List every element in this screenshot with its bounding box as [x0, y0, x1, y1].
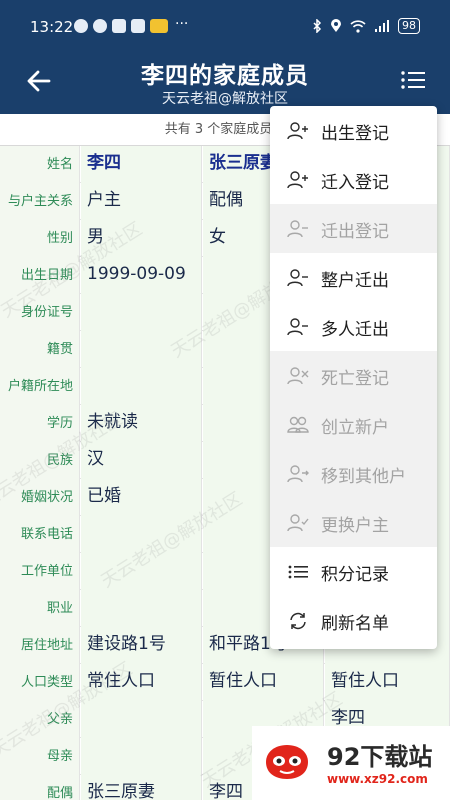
mascot-mask-icon — [266, 745, 308, 779]
more-notifications-icon: ··· — [175, 16, 189, 32]
row-label: 人口类型 — [0, 664, 80, 701]
table-cell: 常住人口 — [81, 664, 202, 701]
menu-item-household-move-out[interactable]: 整户迁出 — [270, 253, 437, 302]
menu-item-move-to-other-household: 移到其他户 — [270, 449, 437, 498]
table-cell: 张三原妻 — [81, 775, 202, 800]
refresh-icon — [290, 612, 306, 630]
person-move-icon — [287, 465, 309, 483]
row-label: 与户主关系 — [0, 183, 80, 220]
menu-item-label: 死亡登记 — [321, 369, 389, 389]
row-label: 户籍所在地 — [0, 368, 80, 405]
status-bar: 13:22 ··· 98 — [0, 0, 450, 56]
table-cell: 暂住人口 — [325, 664, 450, 701]
chat-bubble-icon — [93, 19, 107, 33]
menu-item-label: 多人迁出 — [321, 320, 389, 340]
location-icon — [331, 19, 341, 32]
bluetooth-icon — [313, 19, 322, 33]
site-logo: 92下载站 www.xz92.com — [252, 726, 450, 800]
table-cell: 户主 — [81, 183, 202, 220]
row-label: 联系电话 — [0, 516, 80, 553]
row-label: 婚姻状况 — [0, 479, 80, 516]
row-label: 工作单位 — [0, 553, 80, 590]
row-label: 民族 — [0, 442, 80, 479]
battery-indicator: 98 — [398, 18, 420, 34]
row-label: 出生日期 — [0, 257, 80, 294]
table-cell: 未就读 — [81, 405, 202, 442]
system-icons: 98 — [312, 18, 420, 34]
table-cell: 1999-09-09 — [81, 257, 202, 294]
table-cell: 男 — [81, 220, 202, 257]
menu-item-label: 整户迁出 — [321, 271, 389, 291]
menu-item-birth-registration[interactable]: 出生登记 — [270, 106, 437, 155]
person-add-icon — [287, 171, 308, 189]
table-cell — [81, 738, 202, 775]
action-menu: 出生登记 迁入登记 迁出登记 整户迁出 多人迁出 死亡登记 创立新户 移到其他户… — [270, 106, 437, 649]
person-check-icon — [287, 514, 309, 532]
row-label: 身份证号 — [0, 294, 80, 331]
table-cell: 汉 — [81, 442, 202, 479]
table-cell — [81, 294, 202, 331]
person-remove-icon — [287, 220, 308, 238]
people-icon — [287, 416, 309, 433]
row-label: 母亲 — [0, 738, 80, 775]
menu-item-death-registration: 死亡登记 — [270, 351, 437, 400]
menu-item-label: 创立新户 — [321, 418, 389, 438]
row-label: 学历 — [0, 405, 80, 442]
person-remove-icon — [287, 269, 308, 287]
row-label: 籍贯 — [0, 331, 80, 368]
menu-item-label: 出生登记 — [321, 124, 389, 144]
person-add-icon — [287, 122, 308, 140]
menu-item-change-head: 更换户主 — [270, 498, 437, 547]
menu-item-refresh-list[interactable]: 刷新名单 — [270, 596, 437, 645]
menu-item-label: 移到其他户 — [321, 467, 406, 487]
table-cell — [81, 553, 202, 590]
menu-item-move-out-registration: 迁出登记 — [270, 204, 437, 253]
table-row: 人口类型 常住人口 暂住人口 暂住人口 — [0, 664, 450, 701]
menu-item-label: 刷新名单 — [321, 614, 389, 634]
signal-5g-icon — [375, 19, 389, 32]
page-title: 李四的家庭成员 — [141, 63, 309, 89]
row-label: 姓名 — [0, 146, 80, 183]
list-icon — [288, 565, 308, 579]
menu-item-move-in-registration[interactable]: 迁入登记 — [270, 155, 437, 204]
row-label: 配偶 — [0, 775, 80, 800]
table-cell — [81, 368, 202, 405]
member-count-text: 共有 3 个家庭成员， — [164, 122, 286, 137]
menu-item-label: 迁出登记 — [321, 222, 389, 242]
menu-item-label: 更换户主 — [321, 516, 389, 536]
table-cell — [81, 331, 202, 368]
menu-item-label: 迁入登记 — [321, 173, 389, 193]
member-name-cell[interactable]: 李四 — [81, 146, 202, 183]
table-cell: 建设路1号 — [81, 627, 202, 664]
status-time: 13:22 — [30, 18, 74, 36]
menu-item-create-household: 创立新户 — [270, 400, 437, 449]
wifi-icon — [350, 19, 366, 33]
row-label: 职业 — [0, 590, 80, 627]
row-label: 性别 — [0, 220, 80, 257]
table-cell: 已婚 — [81, 479, 202, 516]
notification-icons: ··· — [74, 16, 189, 33]
person-remove-icon — [287, 318, 308, 336]
row-label: 居住地址 — [0, 627, 80, 664]
table-cell: 暂住人口 — [203, 664, 324, 701]
menu-item-points-record[interactable]: 积分记录 — [270, 547, 437, 596]
person-x-icon — [287, 367, 309, 385]
list-menu-icon[interactable] — [400, 68, 426, 92]
menu-item-label: 积分记录 — [321, 565, 389, 585]
table-cell — [81, 701, 202, 738]
yellow-app-icon — [150, 19, 168, 33]
logo-name: 92下载站 — [327, 743, 433, 771]
page-subtitle: 天云老祖@解放社区 — [162, 91, 288, 107]
menu-item-multi-move-out[interactable]: 多人迁出 — [270, 302, 437, 351]
row-label: 父亲 — [0, 701, 80, 738]
mail-icon — [131, 19, 145, 33]
shield-app-icon — [112, 19, 126, 33]
weather-icon — [74, 19, 88, 33]
logo-url: www.xz92.com — [327, 772, 428, 786]
table-cell — [81, 516, 202, 553]
table-cell — [81, 590, 202, 627]
